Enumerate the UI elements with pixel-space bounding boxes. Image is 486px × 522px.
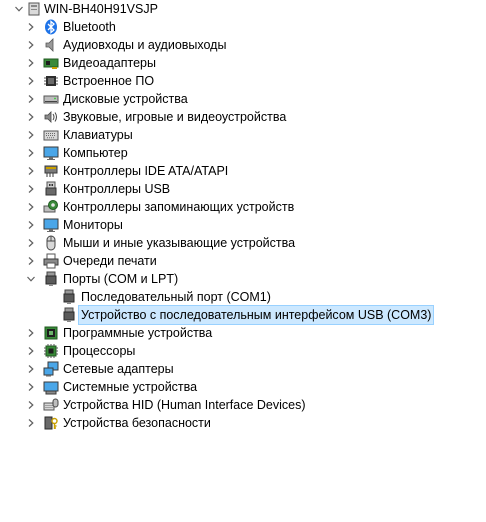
tree-item-label: Последовательный порт (COM1) [81,290,271,304]
tree-item-label: Компьютер [63,146,128,160]
tree-item-label: Процессоры [63,344,136,358]
tree-item-ide-controllers[interactable]: Контроллеры IDE ATA/ATAPI [0,162,486,180]
chevron-right-icon[interactable] [24,414,38,432]
tree-root-item[interactable]: WIN-BH40H91VSJP [0,0,486,18]
chevron-right-icon[interactable] [24,144,38,162]
tree-child-usb-serial-device-com3[interactable]: Устройство с последовательным интерфейсо… [0,305,486,325]
tree-item-label: Контроллеры IDE ATA/ATAPI [63,164,229,178]
chevron-right-icon[interactable] [24,396,38,414]
bluetooth-icon [43,19,59,35]
tree-item-label: Устройства безопасности [63,416,211,430]
chevron-right-icon[interactable] [24,324,38,342]
tree-item-audio-inputs-outputs[interactable]: Аудиовходы и аудиовыходы [0,36,486,54]
chevron-right-icon[interactable] [24,54,38,72]
tree-item-label: Устройства HID (Human Interface Devices) [63,398,306,412]
tree-item-label: Аудиовходы и аудиовыходы [63,38,227,52]
tree-item-display-adapters[interactable]: Видеоадаптеры [0,54,486,72]
processor-icon [43,343,59,359]
tree-item-ports[interactable]: Порты (COM и LPT) [0,270,486,288]
chevron-right-icon[interactable] [24,108,38,126]
tree-item-label: Видеоадаптеры [63,56,156,70]
firmware-icon [43,73,59,89]
chevron-right-icon[interactable] [24,216,38,234]
tree-item-label: Звуковые, игровые и видеоустройства [63,110,287,124]
disk-drive-icon [43,91,59,107]
software-device-icon [43,325,59,341]
monitor-icon [43,145,59,161]
chevron-right-icon[interactable] [24,36,38,54]
tree-item-bluetooth[interactable]: Bluetooth [0,18,486,36]
tree-item-label: Встроенное ПО [63,74,155,88]
tree-item-mice[interactable]: Мыши и иные указывающие устройства [0,234,486,252]
tree-item-label: Устройство с последовательным интерфейсо… [77,305,435,325]
computer-icon [26,1,42,17]
tree-root-label: WIN-BH40H91VSJP [44,2,158,16]
security-device-icon [43,415,59,431]
network-adapter-icon [43,361,59,377]
chevron-right-icon[interactable] [24,18,38,36]
display-adapter-icon [43,55,59,71]
chevron-right-icon[interactable] [24,198,38,216]
tree-item-label: Клавиатуры [63,128,133,142]
tree-item-system-devices[interactable]: Системные устройства [0,378,486,396]
tree-item-usb-controllers[interactable]: Контроллеры USB [0,180,486,198]
chevron-right-icon[interactable] [24,378,38,396]
chevron-right-icon[interactable] [24,162,38,180]
storage-controller-icon [43,199,59,215]
tree-item-label: Мониторы [63,218,123,232]
chevron-right-icon[interactable] [24,252,38,270]
device-manager-tree: WIN-BH40H91VSJP Bluetooth Аудиовходы и а… [0,0,486,522]
tree-item-network-adapters[interactable]: Сетевые адаптеры [0,360,486,378]
tree-item-label: Дисковые устройства [63,92,188,106]
tree-item-software-devices[interactable]: Программные устройства [0,324,486,342]
chevron-right-icon[interactable] [24,342,38,360]
tree-item-storage-controllers[interactable]: Контроллеры запоминающих устройств [0,198,486,216]
chevron-right-icon[interactable] [24,360,38,378]
tree-item-label: Bluetooth [63,20,116,34]
mouse-icon [43,235,59,251]
speaker-icon [43,37,59,53]
tree-item-firmware[interactable]: Встроенное ПО [0,72,486,90]
chevron-right-icon[interactable] [24,72,38,90]
chevron-right-icon[interactable] [24,90,38,108]
tree-item-security-devices[interactable]: Устройства безопасности [0,414,486,432]
tree-item-monitors[interactable]: Мониторы [0,216,486,234]
ide-controller-icon [43,163,59,179]
port-icon [61,307,77,323]
chevron-right-icon[interactable] [24,180,38,198]
monitor-icon [43,217,59,233]
sound-video-icon [43,109,59,125]
tree-item-disk-drives[interactable]: Дисковые устройства [0,90,486,108]
chevron-down-icon[interactable] [12,0,26,18]
tree-item-label: Контроллеры запоминающих устройств [63,200,295,214]
tree-item-hid[interactable]: Устройства HID (Human Interface Devices) [0,396,486,414]
port-icon [61,289,77,305]
system-device-icon [43,379,59,395]
tree-item-sound-video-game[interactable]: Звуковые, игровые и видеоустройства [0,108,486,126]
tree-item-label: Сетевые адаптеры [63,362,174,376]
chevron-down-icon[interactable] [24,270,38,288]
tree-item-label: Системные устройства [63,380,198,394]
usb-controller-icon [43,181,59,197]
tree-item-label: Очереди печати [63,254,157,268]
tree-item-label: Контроллеры USB [63,182,171,196]
tree-item-label: Программные устройства [63,326,213,340]
printer-icon [43,253,59,269]
hid-icon [43,397,59,413]
tree-child-serial-port-com1[interactable]: Последовательный порт (COM1) [0,288,486,306]
tree-item-label: Порты (COM и LPT) [63,272,179,286]
tree-item-keyboards[interactable]: Клавиатуры [0,126,486,144]
port-icon [43,271,59,287]
chevron-right-icon[interactable] [24,126,38,144]
tree-item-computer[interactable]: Компьютер [0,144,486,162]
keyboard-icon [43,127,59,143]
tree-item-label: Мыши и иные указывающие устройства [63,236,296,250]
tree-item-processors[interactable]: Процессоры [0,342,486,360]
chevron-right-icon[interactable] [24,234,38,252]
tree-item-print-queues[interactable]: Очереди печати [0,252,486,270]
